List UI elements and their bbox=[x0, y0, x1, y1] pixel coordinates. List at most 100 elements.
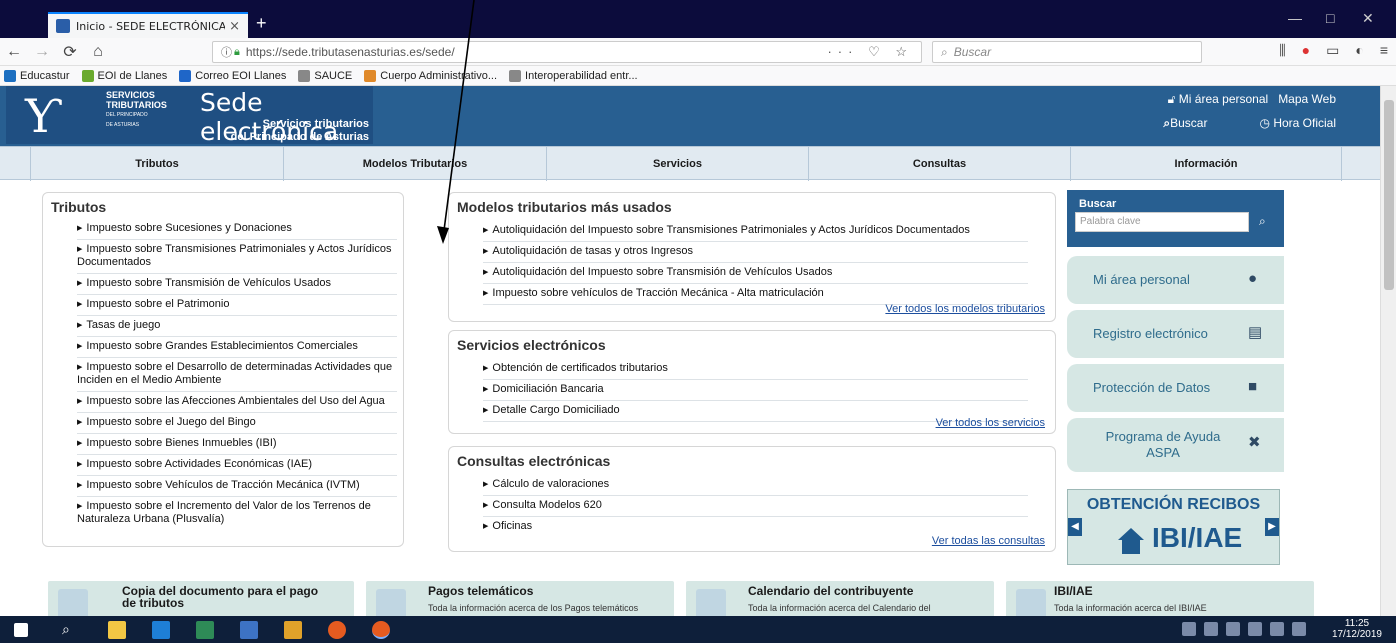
personal-area-button[interactable]: Mi área personal ● bbox=[1067, 256, 1284, 304]
volume-icon[interactable] bbox=[1292, 622, 1306, 636]
list-item[interactable]: ▶ Impuesto sobre Grandes Establecimientos… bbox=[77, 337, 397, 358]
list-item[interactable]: ▶ Oficinas bbox=[483, 517, 1028, 537]
browser-search-input[interactable]: ⌕ Buscar bbox=[932, 41, 1202, 63]
site-subtitle: Servicios tributarios del Principado de … bbox=[231, 118, 369, 144]
footer-card[interactable]: Pagos telemáticos Toda la información ac… bbox=[366, 581, 674, 616]
bookmark-item[interactable]: Educastur bbox=[4, 69, 70, 82]
home-icon[interactable]: ⌂ bbox=[84, 43, 112, 61]
network-icon[interactable] bbox=[1270, 622, 1284, 636]
site-map-link[interactable]: Mapa Web bbox=[1278, 92, 1336, 107]
keyword-search-input[interactable]: Palabra clave bbox=[1075, 212, 1249, 232]
tab-close-icon[interactable]: × bbox=[229, 19, 240, 34]
info-icon[interactable]: ⓘ bbox=[221, 44, 232, 60]
footer-card[interactable]: IBI/IAE Toda la información acerca del I… bbox=[1006, 581, 1314, 616]
list-item[interactable]: ▶ Autoliquidación del Impuesto sobre Tran… bbox=[483, 263, 1028, 284]
menu-icon[interactable]: ≡ bbox=[1380, 42, 1388, 59]
list-item[interactable]: ▶ Impuesto sobre Sucesiones y Donaciones bbox=[77, 219, 397, 240]
url-bar[interactable]: ⓘ 🔒︎ https://sede.tributasenasturias.es/… bbox=[212, 41, 922, 63]
official-time-link[interactable]: ◷ Hora Oficial bbox=[1259, 116, 1336, 131]
file-explorer-icon[interactable] bbox=[108, 621, 126, 639]
list-item[interactable]: ▶ Cálculo de valoraciones bbox=[483, 475, 1028, 496]
list-item[interactable]: ▶ Impuesto sobre el Patrimonio bbox=[77, 295, 397, 316]
header-search-link[interactable]: ⌕Buscar bbox=[1163, 116, 1207, 131]
new-tab-button[interactable]: + bbox=[256, 12, 267, 34]
electronic-registry-button[interactable]: Registro electrónico ▤ bbox=[1067, 310, 1284, 358]
firefox-active-icon[interactable] bbox=[372, 621, 390, 639]
nav-item-tributos[interactable]: Tributos bbox=[30, 147, 283, 181]
list-item[interactable]: ▶ Consulta Modelos 620 bbox=[483, 496, 1028, 517]
firefox-icon[interactable] bbox=[328, 621, 346, 639]
data-protection-button[interactable]: Protección de Datos ■ bbox=[1067, 364, 1284, 412]
footer-card[interactable]: Copia del documento para el pago de trib… bbox=[48, 581, 354, 616]
personal-area-link[interactable]: 🔓︎ Mi área personal bbox=[1168, 92, 1269, 107]
tray-icon[interactable] bbox=[1182, 622, 1196, 636]
adblock-icon[interactable]: ● bbox=[1302, 42, 1310, 59]
minimize-button[interactable]: — bbox=[1288, 10, 1302, 26]
list-item-label: Impuesto sobre el Juego del Bingo bbox=[86, 416, 256, 428]
list-item[interactable]: ▶ Impuesto sobre Actividades Económicas (… bbox=[77, 455, 397, 476]
list-item[interactable]: ▶ Obtención de certificados tributarios bbox=[483, 359, 1028, 380]
url-text[interactable]: https://sede.tributasenasturias.es/sede/ bbox=[246, 45, 828, 59]
modelos-title: Modelos tributarios más usados bbox=[457, 199, 672, 215]
library-icon[interactable]: ⫼ bbox=[1279, 42, 1285, 59]
chevron-right-icon[interactable]: ▶ bbox=[1265, 518, 1279, 536]
scrollbar-thumb[interactable] bbox=[1384, 100, 1394, 290]
list-item[interactable]: ▶ Impuesto sobre Transmisiones Patrimonia… bbox=[77, 240, 397, 274]
bookmark-icon bbox=[4, 69, 16, 82]
nav-item-consultas[interactable]: Consultas bbox=[808, 147, 1070, 181]
taskbar-clock[interactable]: 11:25 17/12/2019 bbox=[1332, 618, 1382, 640]
list-item[interactable]: ▶ Domiciliación Bancaria bbox=[483, 380, 1028, 401]
sidebar-icon[interactable]: ▭ bbox=[1326, 42, 1339, 59]
list-item[interactable]: ▶ Autoliquidación del Impuesto sobre Tran… bbox=[483, 221, 1028, 242]
nav-item-modelos-tributarios[interactable]: Modelos Tributarios bbox=[283, 147, 546, 181]
all-queries-link[interactable]: Ver todas las consultas bbox=[932, 535, 1045, 547]
all-models-link[interactable]: Ver todos los modelos tributarios bbox=[885, 303, 1045, 315]
all-services-link[interactable]: Ver todos los servicios bbox=[936, 417, 1045, 429]
close-window-button[interactable]: ✕ bbox=[1362, 10, 1374, 27]
paint-app-icon[interactable] bbox=[284, 621, 302, 639]
list-item-label: Autoliquidación del Impuesto sobre Trans… bbox=[492, 224, 970, 236]
extension-icon[interactable]: ◐ bbox=[1355, 42, 1363, 59]
forward-arrow-icon[interactable]: → bbox=[28, 43, 56, 61]
browser-tab[interactable]: Inicio - SEDE ELECTRÓNICA ST × bbox=[48, 12, 248, 38]
aspa-help-button[interactable]: Programa de Ayuda ASPA ✖ bbox=[1067, 418, 1284, 472]
edge-browser-icon[interactable] bbox=[152, 621, 170, 639]
bookmark-item[interactable]: EOI de Llanes bbox=[81, 69, 167, 82]
chevron-left-icon[interactable]: ◀ bbox=[1068, 518, 1082, 536]
list-item[interactable]: ▶ Impuesto sobre vehículos de Tracción Me… bbox=[483, 284, 1028, 305]
ibi-iae-banner[interactable]: OBTENCIÓN RECIBOS IBI/IAE ◀ ▶ bbox=[1067, 489, 1280, 565]
nav-item-informacion[interactable]: Información bbox=[1070, 147, 1342, 181]
windows-start-icon[interactable] bbox=[14, 623, 28, 637]
back-arrow-icon[interactable]: ← bbox=[0, 43, 28, 61]
list-item[interactable]: ▶ Impuesto sobre las Afecciones Ambiental… bbox=[77, 392, 397, 413]
button-label: Programa de Ayuda ASPA bbox=[1105, 429, 1221, 460]
bullet-arrow-icon: ▶ bbox=[77, 322, 83, 329]
spreadsheet-icon[interactable] bbox=[196, 621, 214, 639]
bookmark-item[interactable]: SAUCE bbox=[298, 69, 352, 82]
reload-icon[interactable]: ⟳ bbox=[56, 42, 84, 62]
nav-item-servicios[interactable]: Servicios bbox=[546, 147, 808, 181]
list-item[interactable]: ▶ Impuesto sobre el Incremento del Valor … bbox=[77, 497, 397, 530]
list-item[interactable]: ▶ Impuesto sobre Bienes Inmuebles (IBI) bbox=[77, 434, 397, 455]
page-scrollbar[interactable] bbox=[1380, 86, 1396, 616]
tray-icon[interactable] bbox=[1248, 622, 1262, 636]
search-icon[interactable]: ⌕ bbox=[62, 621, 80, 639]
site-logo[interactable]: Ƴ SERVICIOS TRIBUTARIOS DEL PRINCIPADO D… bbox=[6, 86, 373, 146]
tray-icon[interactable] bbox=[1226, 622, 1240, 636]
list-item[interactable]: ▶ Impuesto sobre el Juego del Bingo bbox=[77, 413, 397, 434]
bookmark-item[interactable]: Interoperabilidad entr... bbox=[509, 69, 638, 82]
page-actions-icon[interactable]: ··· ♡ ☆ bbox=[827, 44, 913, 60]
document-app-icon[interactable] bbox=[240, 621, 258, 639]
bookmark-item[interactable]: Correo EOI Llanes bbox=[179, 69, 286, 82]
bookmark-item[interactable]: Cuerpo Administrativo... bbox=[364, 69, 497, 82]
list-item-label: Impuesto sobre Actividades Económicas (I… bbox=[86, 458, 312, 470]
list-item[interactable]: ▶ Impuesto sobre Transmisión de Vehículos… bbox=[77, 274, 397, 295]
list-item[interactable]: ▶ Impuesto sobre Vehículos de Tracción Me… bbox=[77, 476, 397, 497]
search-icon[interactable]: ⌕ bbox=[1259, 214, 1266, 229]
list-item[interactable]: ▶ Impuesto sobre el Desarrollo de determi… bbox=[77, 358, 397, 392]
maximize-button[interactable]: □ bbox=[1326, 10, 1334, 26]
list-item[interactable]: ▶ Autoliquidación de tasas y otros Ingres… bbox=[483, 242, 1028, 263]
footer-card[interactable]: Calendario del contribuyente Toda la inf… bbox=[686, 581, 994, 616]
list-item[interactable]: ▶ Tasas de juego bbox=[77, 316, 397, 337]
tray-icon[interactable] bbox=[1204, 622, 1218, 636]
